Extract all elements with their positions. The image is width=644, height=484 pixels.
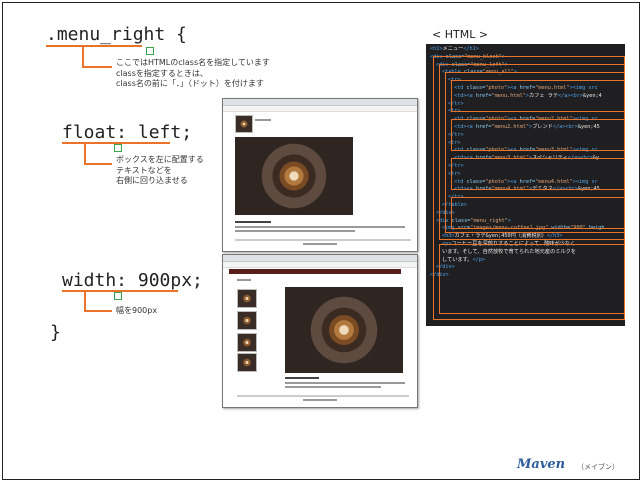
row-box-4 xyxy=(451,197,625,229)
row-box-1 xyxy=(451,80,625,112)
cursor-marker xyxy=(114,144,122,152)
browser-screenshot-float xyxy=(222,98,418,252)
css-selector: .menu_right { xyxy=(46,24,187,45)
css-close-brace: } xyxy=(50,322,61,343)
float-note: ボックスを左に配置する テキストなどを 右側に回り込ませる xyxy=(116,155,204,185)
menu-thumbnail xyxy=(235,115,253,133)
menu-right-box xyxy=(439,244,625,314)
brand-logo: Maven xyxy=(517,457,566,472)
code-line: <h1>メニュー</h1> xyxy=(430,46,479,52)
float-connector-h xyxy=(84,163,112,165)
width-note: 幅を900px xyxy=(116,306,158,315)
coffee-photo xyxy=(235,137,353,215)
cursor-marker xyxy=(146,47,154,55)
css-width-property: width: 900px; xyxy=(62,270,203,291)
css-float-property: float: left; xyxy=(62,122,193,143)
float-connector xyxy=(84,143,86,165)
selector-underline xyxy=(46,45,142,47)
selector-connector-h xyxy=(82,66,112,68)
width-connector xyxy=(84,291,86,311)
cursor-marker xyxy=(114,292,122,300)
brand-subtitle: （メイブン） xyxy=(577,463,619,471)
coffee-photo xyxy=(285,287,403,373)
html-panel-header: < HTML > xyxy=(432,28,489,41)
selector-connector xyxy=(82,46,84,68)
site-nav-bar xyxy=(229,269,401,274)
selector-note: ここではHTMLのclass名を指定しています classを指定するときは、 c… xyxy=(116,58,270,88)
row-box-2 xyxy=(451,119,625,151)
row-box-3 xyxy=(451,158,625,190)
html-code-panel: <h1>メニュー</h1> <div class="menu_block"> <di… xyxy=(426,44,625,326)
browser-screenshot-width xyxy=(222,254,418,408)
width-connector-h xyxy=(84,310,112,312)
